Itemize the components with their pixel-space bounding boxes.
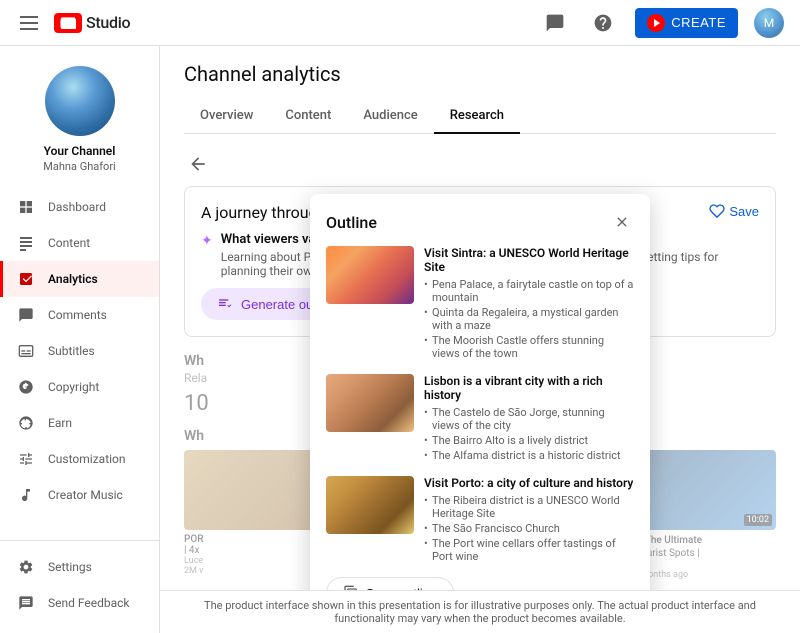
settings-label: Settings: [48, 560, 92, 574]
sidebar-item-content[interactable]: Content: [0, 225, 159, 261]
content-icon: [16, 233, 36, 253]
create-label: CREATE: [671, 15, 726, 30]
sidebar-item-earn[interactable]: Earn: [0, 405, 159, 441]
channel-handle: Mahna Ghafori: [43, 160, 115, 173]
youtube-logo[interactable]: Studio: [54, 13, 130, 33]
sidebar-item-creator-music[interactable]: Creator Music: [0, 477, 159, 513]
subtitles-label: Subtitles: [48, 344, 95, 358]
copyright-icon: [16, 377, 36, 397]
outline-overlay: Outline Visit Sintra: a UNESCO World Her…: [160, 134, 800, 590]
customization-label: Customization: [48, 452, 126, 466]
comments-sidebar-icon: [16, 305, 36, 325]
creator-music-label: Creator Music: [48, 488, 123, 502]
menu-icon[interactable]: [16, 12, 42, 34]
close-icon: [614, 214, 630, 230]
channel-section: Your Channel Mahna Ghafori: [0, 58, 159, 189]
topbar-left: Studio: [16, 12, 130, 34]
channel-avatar[interactable]: [45, 66, 115, 136]
record-symbol: [651, 18, 661, 28]
tab-overview[interactable]: Overview: [184, 98, 269, 133]
sidebar-item-dashboard[interactable]: Dashboard: [0, 189, 159, 225]
tab-content[interactable]: Content: [269, 98, 347, 133]
settings-icon: [16, 557, 36, 577]
channel-name: Your Channel: [44, 144, 116, 158]
close-button[interactable]: [610, 210, 634, 234]
feedback-icon: [16, 593, 36, 613]
earn-icon: [16, 413, 36, 433]
lisbon-text: Lisbon is a vibrant city with a rich his…: [424, 374, 634, 464]
feedback-label: Send Feedback: [48, 596, 130, 610]
footer: The product interface shown in this pres…: [160, 590, 800, 633]
analytics-icon: [16, 269, 36, 289]
sidebar-bottom: Settings Send Feedback: [0, 540, 159, 621]
creator-music-icon: [16, 485, 36, 505]
sidebar-item-customization[interactable]: Customization: [0, 441, 159, 477]
page-title: Channel analytics: [184, 62, 776, 86]
sidebar-item-settings[interactable]: Settings: [0, 549, 159, 585]
help-icon-btn[interactable]: [587, 7, 619, 39]
sidebar-item-analytics[interactable]: Analytics: [0, 261, 159, 297]
studio-label: Studio: [86, 13, 130, 32]
avatar[interactable]: M: [754, 8, 784, 38]
sintra-thumbnail: [326, 246, 414, 304]
outline-item-sintra: Visit Sintra: a UNESCO World Heritage Si…: [326, 246, 634, 362]
outline-item-lisbon: Lisbon is a vibrant city with a rich his…: [326, 374, 634, 464]
yt-icon: [54, 13, 82, 33]
outline-modal-header: Outline: [326, 210, 634, 234]
outline-modal: Outline Visit Sintra: a UNESCO World Her…: [310, 194, 650, 590]
analytics-content: A journey through Portugal's rich histor…: [160, 134, 800, 590]
help-icon: [593, 13, 613, 33]
outline-item-porto: Visit Porto: a city of culture and histo…: [326, 476, 634, 565]
comments-icon-btn[interactable]: [539, 7, 571, 39]
copyright-label: Copyright: [48, 380, 99, 394]
content-label: Content: [48, 236, 90, 250]
porto-thumbnail: [326, 476, 414, 534]
comments-label: Comments: [48, 308, 107, 322]
customization-icon: [16, 449, 36, 469]
sintra-text: Visit Sintra: a UNESCO World Heritage Si…: [424, 246, 634, 362]
analytics-header: Channel analytics Overview Content Audie…: [160, 46, 800, 134]
porto-text: Visit Porto: a city of culture and histo…: [424, 476, 634, 565]
create-button[interactable]: CREATE: [635, 8, 738, 38]
sidebar-item-feedback[interactable]: Send Feedback: [0, 585, 159, 621]
copy-icon: [343, 585, 359, 590]
tab-research[interactable]: Research: [434, 98, 520, 133]
copy-outline-button[interactable]: Copy outline: [326, 577, 454, 590]
dashboard-label: Dashboard: [48, 200, 106, 214]
dashboard-icon: [16, 197, 36, 217]
record-icon: [647, 14, 665, 32]
topbar: Studio CREATE M: [0, 0, 800, 46]
lisbon-thumbnail: [326, 374, 414, 432]
earn-label: Earn: [48, 416, 72, 430]
comments-icon: [545, 13, 565, 33]
sidebar-item-comments[interactable]: Comments: [0, 297, 159, 333]
subtitles-icon: [16, 341, 36, 361]
topbar-right: CREATE M: [539, 7, 784, 39]
outline-modal-title: Outline: [326, 213, 377, 232]
sidebar-item-subtitles[interactable]: Subtitles: [0, 333, 159, 369]
sidebar: Your Channel Mahna Ghafori Dashboard Con…: [0, 46, 160, 633]
content-area: Channel analytics Overview Content Audie…: [160, 46, 800, 633]
tabs: Overview Content Audience Research: [184, 98, 776, 134]
tab-audience[interactable]: Audience: [347, 98, 433, 133]
analytics-label: Analytics: [48, 272, 98, 286]
yt-play-icon: [60, 17, 76, 29]
sidebar-item-copyright[interactable]: Copyright: [0, 369, 159, 405]
main-layout: Your Channel Mahna Ghafori Dashboard Con…: [0, 46, 800, 633]
